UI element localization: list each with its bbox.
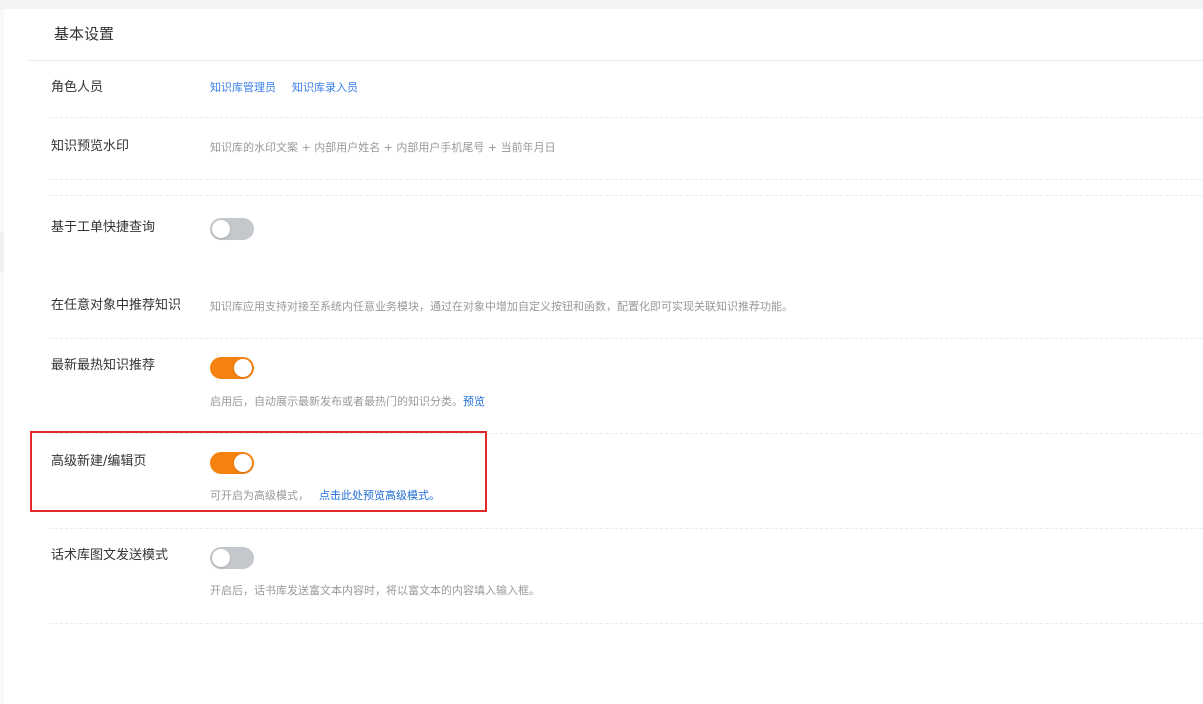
toggle-knob bbox=[212, 220, 230, 238]
divider bbox=[50, 338, 1203, 339]
divider bbox=[50, 195, 1203, 196]
latest-hot-label: 最新最热知识推荐 bbox=[51, 358, 156, 373]
section-title: 基本设置 bbox=[54, 25, 115, 43]
section-divider bbox=[29, 60, 1203, 61]
script-mode-label: 话术库图文发送模式 bbox=[51, 548, 169, 563]
recommend-label: 在任意对象中推荐知识 bbox=[51, 298, 182, 313]
top-strip bbox=[0, 0, 1203, 9]
latest-hot-description-text: 启用后，自动展示最新发布或者最热门的知识分类。 bbox=[210, 395, 463, 408]
divider bbox=[50, 528, 1203, 529]
divider bbox=[50, 623, 1203, 624]
ticket-query-label: 基于工单快捷查询 bbox=[51, 220, 156, 235]
watermark-label: 知识预览水印 bbox=[51, 139, 130, 154]
divider bbox=[50, 179, 1203, 180]
role-link-editor[interactable]: 知识库录入员 bbox=[292, 81, 358, 94]
latest-hot-toggle[interactable] bbox=[210, 357, 254, 379]
watermark-description: 知识库的水印文案 + 内部用户姓名 + 内部用户手机尾号 + 当前年月日 bbox=[210, 141, 556, 154]
script-mode-toggle[interactable] bbox=[210, 547, 254, 569]
latest-hot-description: 启用后，自动展示最新发布或者最热门的知识分类。预览 bbox=[210, 394, 485, 410]
role-link-admin[interactable]: 知识库管理员 bbox=[210, 81, 276, 94]
divider bbox=[50, 117, 1203, 118]
highlight-annotation-box bbox=[30, 431, 487, 512]
toggle-knob bbox=[234, 359, 252, 377]
recommend-description: 知识库应用支持对接至系统内任意业务模块，通过在对象中增加自定义按钮和函数，配置化… bbox=[210, 300, 793, 313]
settings-panel bbox=[4, 9, 1203, 704]
roles-label: 角色人员 bbox=[51, 80, 104, 95]
role-links: 知识库管理员 知识库录入员 bbox=[210, 80, 374, 96]
toggle-knob bbox=[212, 549, 230, 567]
preview-link[interactable]: 预览 bbox=[463, 395, 485, 408]
script-mode-description: 开启后，话书库发送富文本内容时，将以富文本的内容填入输入框。 bbox=[210, 584, 540, 597]
ticket-query-toggle[interactable] bbox=[210, 218, 254, 240]
